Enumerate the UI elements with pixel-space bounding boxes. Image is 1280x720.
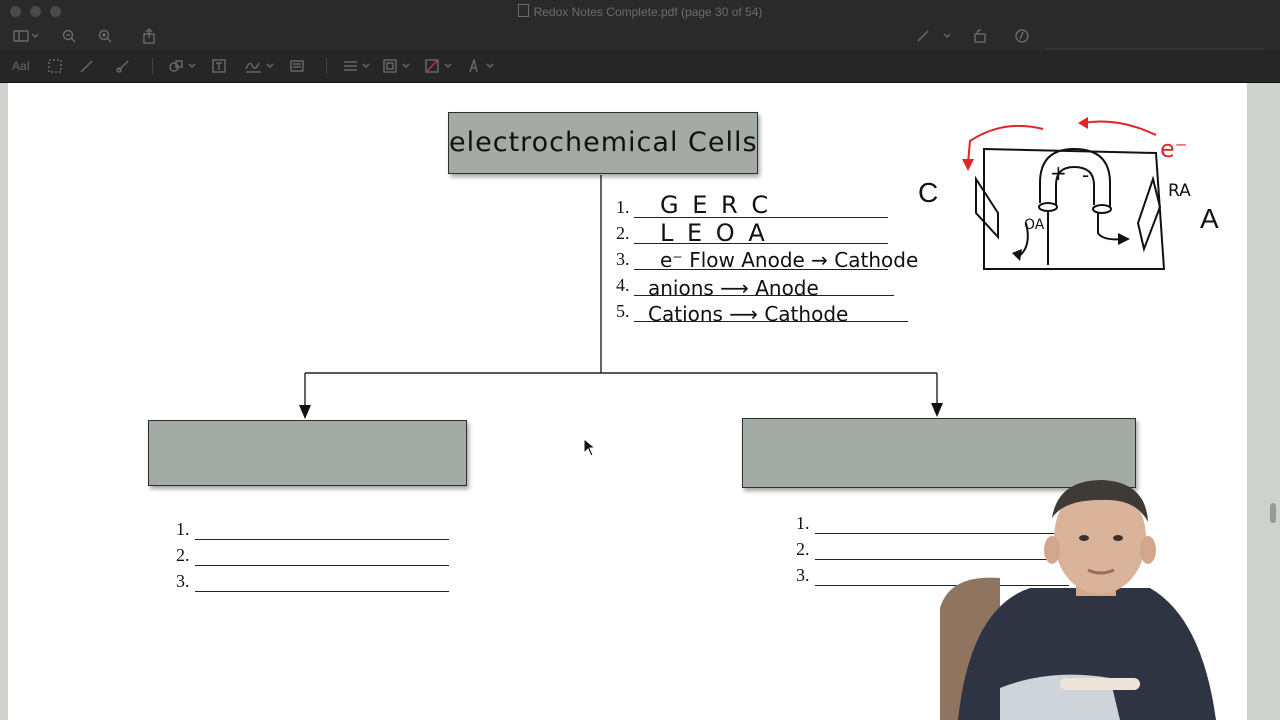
fill-color-icon — [425, 59, 452, 73]
plus-sign: + — [1050, 161, 1067, 185]
list-number: 1. — [616, 197, 630, 217]
share-button[interactable] — [138, 26, 160, 46]
reducing-agent-label: RA — [1168, 181, 1191, 201]
markup-toolbar: AaI — [0, 50, 1280, 83]
share-icon — [143, 28, 155, 44]
markup-circle-icon — [1015, 29, 1029, 43]
cathode-letter: C — [918, 177, 939, 208]
list-number: 1. — [176, 519, 190, 539]
list-item: anions ⟶ Anode — [648, 276, 819, 300]
list-number: 3. — [616, 249, 630, 269]
shapes-tool[interactable] — [168, 58, 198, 74]
note-icon — [290, 60, 304, 72]
text-selection-tool[interactable]: AaI — [8, 58, 34, 74]
list-number: 5. — [616, 301, 630, 321]
font-icon — [469, 59, 494, 73]
pen-icon — [917, 30, 951, 42]
pdf-file-icon — [517, 4, 529, 17]
presenter-webcam-overlay — [940, 480, 1216, 720]
list-number: 2. — [616, 223, 630, 243]
list-item: Cations ⟶ Cathode — [648, 302, 849, 326]
list-number: 4. — [616, 275, 630, 295]
sign-tool[interactable] — [244, 58, 278, 74]
list-number: 2. — [796, 539, 810, 559]
vertical-scrollbar[interactable] — [1270, 503, 1276, 523]
electrochemical-cell-sketch — [962, 117, 1166, 270]
border-color-button[interactable] — [382, 58, 412, 74]
pencil-icon — [80, 60, 93, 73]
list-item: G E R C — [660, 191, 772, 219]
dashed-rect-icon — [48, 59, 62, 73]
left-category-box — [148, 420, 467, 486]
shapes-icon — [169, 60, 196, 72]
list-number: 2. — [176, 545, 190, 565]
list-number: 3. — [796, 565, 810, 585]
sketch-tool[interactable] — [78, 58, 96, 74]
anode-letter: A — [1200, 203, 1219, 234]
zoom-out-button[interactable] — [58, 27, 80, 45]
rotate-icon — [974, 29, 986, 43]
line-style-button[interactable] — [342, 58, 372, 74]
note-tool[interactable] — [288, 58, 306, 74]
markup-pen-button[interactable] — [912, 27, 956, 45]
line-style-icon — [344, 61, 370, 71]
brush-icon — [116, 60, 129, 73]
list-item: L E O A — [660, 219, 768, 247]
text-box-icon — [212, 59, 226, 73]
sidebar-icon — [13, 30, 39, 42]
sidebar-toggle-button[interactable] — [10, 27, 42, 45]
fill-color-button[interactable] — [424, 58, 454, 74]
title-text: electrochemical Cells — [449, 127, 758, 158]
window-title-bar: Redox Notes Complete.pdf (page 30 of 54) — [0, 0, 1280, 22]
window-title: Redox Notes Complete.pdf (page 30 of 54) — [0, 4, 1280, 19]
list-number: 1. — [796, 513, 810, 533]
signature-icon — [245, 62, 274, 73]
title-box: electrochemical Cells — [448, 112, 758, 174]
border-color-icon — [383, 59, 410, 73]
rect-selection-tool[interactable] — [46, 58, 64, 74]
rotate-button[interactable] — [970, 27, 990, 45]
mouse-cursor-icon — [583, 438, 597, 457]
list-number: 3. — [176, 571, 190, 591]
main-toolbar — [0, 22, 1280, 66]
minus-sign: - — [1082, 163, 1090, 187]
zoom-out-icon — [62, 29, 76, 43]
oxidizing-agent-label: OA — [1024, 217, 1045, 233]
annotate-button[interactable] — [1012, 27, 1032, 45]
text-box-tool[interactable] — [210, 58, 228, 74]
draw-tool[interactable] — [114, 58, 132, 74]
zoom-in-button[interactable] — [94, 27, 116, 45]
text-style-button[interactable] — [466, 58, 496, 74]
electron-label: e⁻ — [1160, 135, 1188, 163]
list-item: e⁻ Flow Anode → Cathode — [660, 248, 919, 272]
zoom-in-icon — [98, 29, 112, 43]
